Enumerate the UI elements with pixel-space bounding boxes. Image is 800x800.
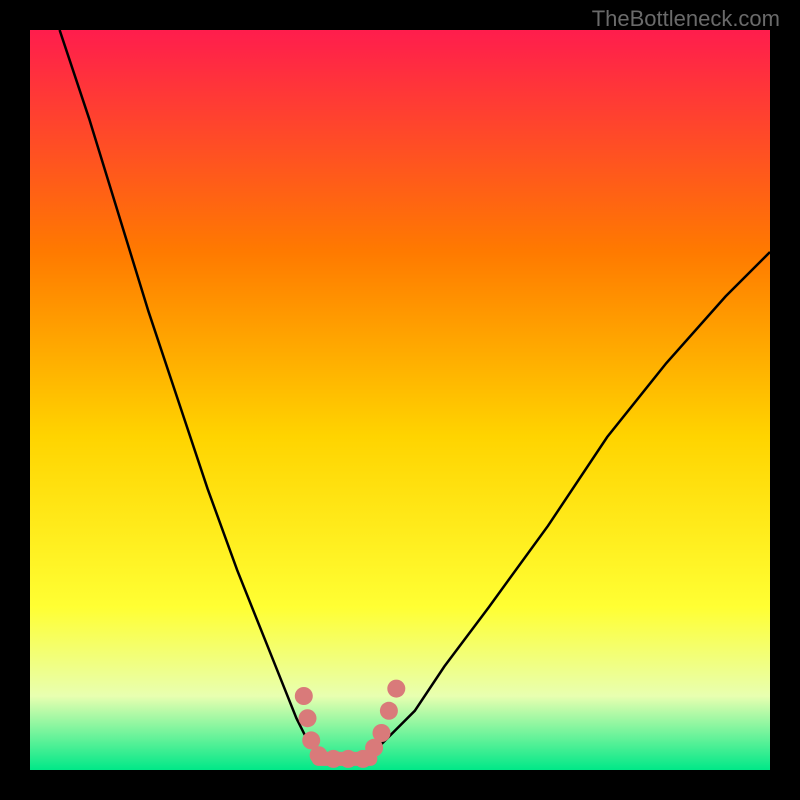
marker-point [373,724,391,742]
chart-background [30,30,770,770]
chart-svg [30,30,770,770]
marker-point [380,702,398,720]
watermark-text: TheBottleneck.com [592,6,780,32]
marker-point [387,680,405,698]
chart-plot-area [30,30,770,770]
marker-point [295,687,313,705]
marker-point [299,709,317,727]
